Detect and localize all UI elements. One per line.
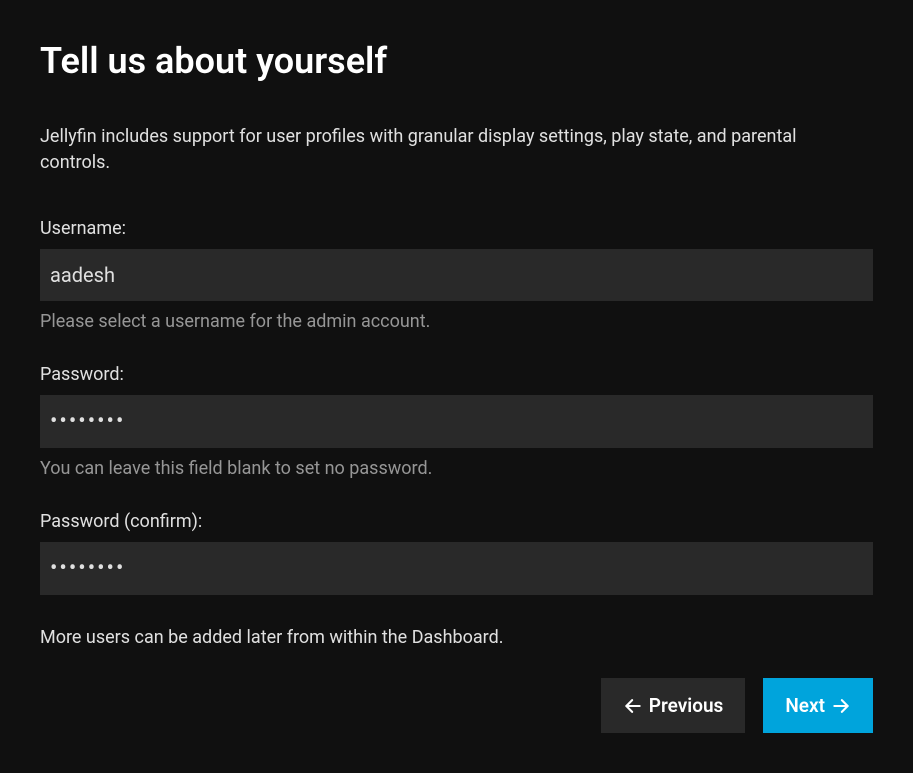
password-confirm-group: Password (confirm): bbox=[40, 511, 873, 595]
previous-button[interactable]: Previous bbox=[601, 678, 746, 733]
password-confirm-label: Password (confirm): bbox=[40, 511, 873, 532]
username-input[interactable] bbox=[40, 249, 873, 301]
username-help: Please select a username for the admin a… bbox=[40, 311, 873, 332]
arrow-left-icon bbox=[623, 696, 643, 716]
password-label: Password: bbox=[40, 364, 873, 385]
button-row: Previous Next bbox=[40, 678, 873, 733]
previous-button-label: Previous bbox=[649, 694, 724, 717]
next-button[interactable]: Next bbox=[763, 678, 873, 733]
username-group: Username: Please select a username for t… bbox=[40, 218, 873, 332]
username-label: Username: bbox=[40, 218, 873, 239]
password-group: Password: You can leave this field blank… bbox=[40, 364, 873, 479]
page-description: Jellyfin includes support for user profi… bbox=[40, 124, 860, 176]
password-help: You can leave this field blank to set no… bbox=[40, 458, 873, 479]
arrow-right-icon bbox=[831, 696, 851, 716]
next-button-label: Next bbox=[785, 694, 825, 717]
page-title: Tell us about yourself bbox=[40, 40, 873, 82]
password-input[interactable] bbox=[40, 395, 873, 448]
info-text: More users can be added later from withi… bbox=[40, 627, 873, 648]
password-confirm-input[interactable] bbox=[40, 542, 873, 595]
